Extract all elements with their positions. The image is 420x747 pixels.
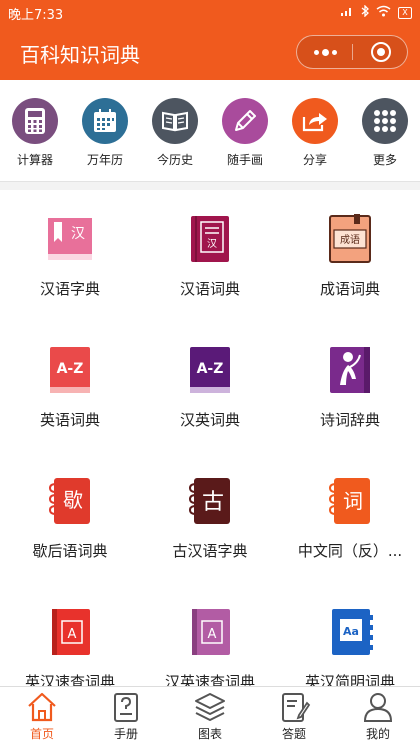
book-glyph: 词 (343, 489, 363, 513)
dictionary-label: 古汉语字典 (172, 542, 248, 560)
dict-hanyu-zidian[interactable]: 汉 汉语字典 (0, 190, 140, 321)
tab-label: 答题 (281, 727, 306, 741)
manual-icon (109, 691, 143, 723)
status-time: 晚上7:33 (8, 8, 64, 23)
book-glyph: A (208, 627, 217, 642)
status-icons: X (340, 4, 412, 20)
tool-label: 随手画 (226, 153, 263, 167)
tab-manual[interactable]: 手册 (84, 687, 168, 747)
layers-icon (193, 691, 227, 723)
tool-history[interactable]: 今历史 (140, 80, 210, 182)
title-bar: 百科知识词典 (0, 24, 420, 80)
xiehouyu-dictionary-icon: 歇 (46, 476, 94, 526)
tool-label: 更多 (372, 153, 397, 167)
dictionary-label: 汉英词典 (179, 411, 240, 429)
dict-chinese-english-quick[interactable]: A 汉英速查词典 (140, 583, 280, 686)
book-glyph: 汉 (71, 226, 85, 242)
book-glyph: A (68, 627, 77, 642)
dict-english-chinese-quick[interactable]: A 英汉速查词典 (0, 583, 140, 686)
tab-label: 手册 (113, 727, 138, 741)
signal-icon (340, 5, 354, 20)
book-glyph: A-Z (57, 361, 84, 377)
dictionary-label: 汉语字典 (39, 280, 100, 298)
tool-shortcuts: 计算器 万年历 今历史 随手画 分享 更多 (0, 80, 420, 182)
close-mini-program-button[interactable] (371, 42, 391, 62)
home-icon (25, 691, 59, 723)
bluetooth-icon (361, 4, 369, 20)
dict-chinese-english[interactable]: A-Z 汉英词典 (140, 321, 280, 452)
dictionary-label: 汉语词典 (179, 280, 240, 298)
ancient-chinese-dictionary-icon: 古 (186, 476, 234, 526)
tab-label: 首页 (29, 727, 54, 741)
dictionary-label: 歇后语词典 (32, 542, 108, 560)
tool-calendar[interactable]: 万年历 (70, 80, 140, 182)
book-glyph: A-Z (197, 361, 224, 377)
calculator-icon (12, 98, 58, 144)
hanyu-cidian-icon: 汉 (186, 214, 234, 264)
book-glyph: 歇 (63, 488, 83, 512)
dict-synonym-antonym[interactable]: 词 中文同（反）... (280, 452, 420, 583)
chengyu-cidian-icon: 成语 (326, 214, 374, 264)
tab-label: 图表 (197, 727, 222, 741)
quiz-icon (277, 691, 311, 723)
dict-hanyu-cidian[interactable]: 汉 汉语词典 (140, 190, 280, 321)
more-dot-icon (321, 48, 329, 56)
book-glyph: Aa (343, 625, 359, 638)
tab-profile[interactable]: 我的 (336, 687, 420, 747)
tool-share[interactable]: 分享 (280, 80, 350, 182)
wifi-icon (376, 5, 391, 20)
tab-label: 我的 (365, 727, 390, 741)
tab-quiz[interactable]: 答题 (252, 687, 336, 747)
status-bar: 晚上7:33 X (0, 0, 420, 24)
dict-chengyu[interactable]: 成语 成语词典 (280, 190, 420, 321)
open-book-icon (152, 98, 198, 144)
book-glyph: 汉 (207, 238, 217, 250)
tab-charts[interactable]: 图表 (168, 687, 252, 747)
page-title: 百科知识词典 (20, 43, 140, 67)
tab-home[interactable]: 首页 (0, 687, 84, 747)
capsule-divider (352, 44, 353, 60)
poetry-dictionary-icon (326, 345, 374, 395)
book-glyph: 古 (202, 490, 224, 515)
pencil-icon (222, 98, 268, 144)
hanyu-zidian-icon: 汉 (46, 214, 94, 264)
book-glyph: 成语 (340, 234, 360, 246)
more-dot-icon (331, 49, 337, 55)
tool-label: 万年历 (86, 153, 123, 167)
dictionary-label: 英汉速查词典 (24, 673, 115, 686)
dictionary-label: 中文同（反）... (297, 542, 403, 560)
dictionary-label: 汉英速查词典 (164, 673, 255, 686)
synonym-antonym-dictionary-icon: 词 (326, 476, 374, 526)
dictionary-label: 英语词典 (39, 411, 100, 429)
bottom-tab-bar: 首页 手册 图表 答题 我的 (0, 686, 420, 747)
tool-label: 今历史 (156, 153, 193, 167)
dictionary-label: 诗词辞典 (319, 411, 380, 429)
chinese-english-dictionary-icon: A-Z (186, 345, 234, 395)
battery-icon: X (398, 6, 412, 19)
dictionary-grid: 汉 汉语字典 汉 汉语词典 成语 成语词典 A-Z 英语词典 A-Z 汉英词典 … (0, 190, 420, 686)
english-chinese-quick-dictionary-icon: A (46, 607, 94, 657)
dict-english[interactable]: A-Z 英语词典 (0, 321, 140, 452)
tool-draw[interactable]: 随手画 (210, 80, 280, 182)
dictionary-label: 成语词典 (319, 280, 380, 298)
dictionary-label: 英汉简明词典 (304, 673, 395, 686)
mini-program-capsule (296, 35, 408, 69)
dict-xiehouyu[interactable]: 歇 歇后语词典 (0, 452, 140, 583)
tool-label: 计算器 (16, 153, 53, 167)
english-chinese-concise-dictionary-icon: Aa (326, 607, 374, 657)
chinese-english-quick-dictionary-icon: A (186, 607, 234, 657)
english-dictionary-icon: A-Z (46, 345, 94, 395)
profile-icon (361, 691, 395, 723)
more-dot-icon (313, 49, 319, 55)
tool-more[interactable]: 更多 (350, 80, 420, 182)
dict-english-chinese-concise[interactable]: Aa 英汉简明词典 (280, 583, 420, 686)
more-options-button[interactable] (297, 36, 353, 68)
tool-calculator[interactable]: 计算器 (0, 80, 70, 182)
calendar-icon (82, 98, 128, 144)
more-grid-icon (362, 98, 408, 144)
tool-label: 分享 (302, 153, 327, 167)
share-icon (292, 98, 338, 144)
dict-ancient-chinese[interactable]: 古 古汉语字典 (140, 452, 280, 583)
dict-poetry[interactable]: 诗词辞典 (280, 321, 420, 452)
